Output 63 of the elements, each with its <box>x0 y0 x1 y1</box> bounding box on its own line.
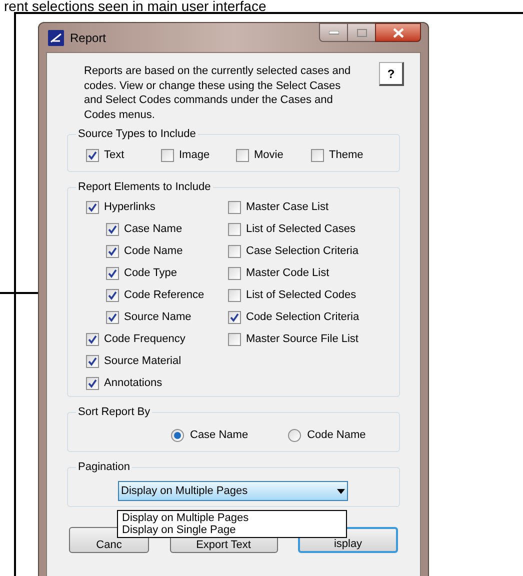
dropdown-option[interactable]: Display on Multiple Pages <box>118 512 346 524</box>
checkbox[interactable] <box>228 266 241 280</box>
group-title: Sort Report By <box>76 405 152 419</box>
checkbox[interactable] <box>311 148 324 162</box>
checkbox[interactable] <box>228 244 241 258</box>
group-title: Source Types to Include <box>76 127 198 141</box>
checkbox-label: Annotations <box>104 376 162 391</box>
minimize-icon <box>328 30 338 34</box>
checkbox[interactable] <box>228 200 241 214</box>
checkbox-label: Master Code List <box>246 266 330 281</box>
maximize-button[interactable] <box>348 23 375 42</box>
checkbox[interactable] <box>86 376 99 390</box>
checkbox-label: Code Name <box>124 244 183 259</box>
radio-button[interactable] <box>171 428 184 442</box>
checkbox-label: Case Name <box>124 222 182 237</box>
checkbox[interactable] <box>236 148 249 162</box>
checkbox[interactable] <box>228 332 241 346</box>
checkbox-label: Code Type <box>124 266 178 281</box>
checkbox[interactable] <box>106 310 119 324</box>
checkbox-label: Image <box>179 148 210 163</box>
checkbox-label: Theme <box>329 148 364 163</box>
checkbox[interactable] <box>228 288 241 302</box>
checkbox[interactable] <box>86 332 99 346</box>
checkbox[interactable] <box>106 266 119 280</box>
caret-icon <box>337 488 345 494</box>
checkbox[interactable] <box>228 310 241 324</box>
checkbox[interactable] <box>86 148 99 162</box>
window-title: Report <box>70 30 106 46</box>
radio-label: Code Name <box>307 428 366 443</box>
close-icon <box>392 28 404 38</box>
checkbox-label: Master Source File List <box>246 332 358 347</box>
checkbox-label: Source Name <box>124 310 192 325</box>
checkbox-label: Code Frequency <box>104 332 186 347</box>
checkbox-label: Movie <box>254 148 284 163</box>
minimize-button[interactable] <box>319 23 348 42</box>
description-text: Reports are based on the currently selected cases and codes. View or change these using the Select Cases and Select Codes commands under the Cases and Codes menus. <box>84 64 352 122</box>
checkbox[interactable] <box>106 288 119 302</box>
checkbox-label: Text <box>104 148 124 163</box>
checkbox[interactable] <box>228 222 241 236</box>
caption-text: rent selections seen in main user interface <box>4 0 266 12</box>
checkbox-label: Code Selection Criteria <box>246 310 360 325</box>
checkbox-label: Source Material <box>104 354 182 369</box>
checkbox[interactable] <box>106 244 119 258</box>
app-icon <box>48 30 64 46</box>
checkbox[interactable] <box>106 222 119 236</box>
checkbox[interactable] <box>161 148 174 162</box>
radio-label: Case Name <box>190 428 248 443</box>
checkbox-label: List of Selected Cases <box>246 222 356 237</box>
help-button[interactable]: ? <box>379 62 404 86</box>
checkbox-label: Hyperlinks <box>104 200 156 215</box>
group-title: Pagination <box>76 460 132 474</box>
checkbox-label: Code Reference <box>124 288 204 303</box>
close-button[interactable] <box>375 23 421 42</box>
dropdown-field[interactable]: Display on Multiple Pages <box>118 481 348 501</box>
checkbox-label: Case Selection Criteria <box>246 244 358 259</box>
checkbox[interactable] <box>86 200 99 214</box>
maximize-icon <box>356 28 366 36</box>
group-title: Report Elements to Include <box>76 180 213 194</box>
radio-button[interactable] <box>288 428 302 442</box>
dropdown-value: Display on Multiple Pages <box>121 484 249 499</box>
checkbox[interactable] <box>86 354 99 368</box>
checkbox-label: Master Case List <box>246 200 329 215</box>
checkbox-label: List of Selected Codes <box>246 288 356 303</box>
